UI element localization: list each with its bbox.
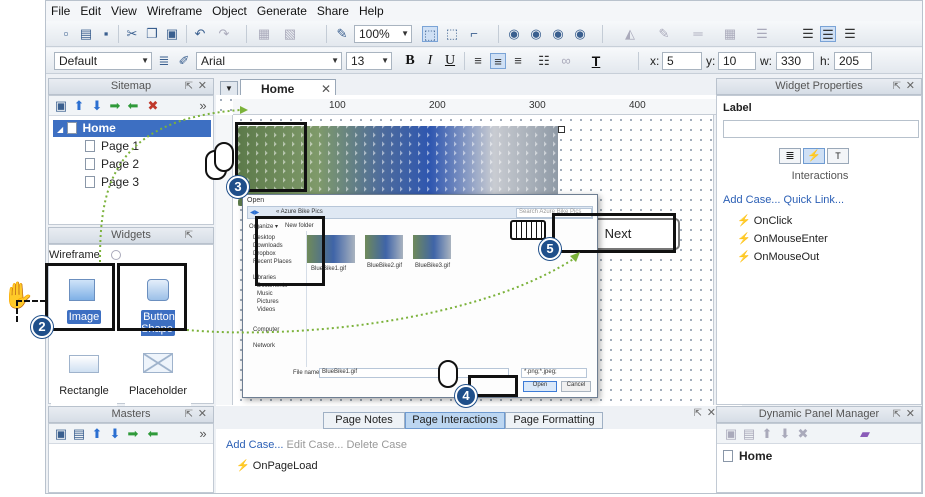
mouse-click-open-icon bbox=[438, 360, 458, 388]
mouse-click-icon bbox=[214, 142, 234, 172]
step-badge-3: 3 bbox=[227, 176, 249, 198]
step-badge-5: 5 bbox=[539, 238, 561, 260]
arrow-button-to-canvas bbox=[186, 257, 576, 334]
arrow-image-to-canvas bbox=[99, 109, 241, 263]
step-badge-2: 2 bbox=[31, 316, 53, 338]
tutorial-arrows bbox=[99, 106, 580, 334]
step-badge-4: 4 bbox=[455, 385, 477, 407]
arrowhead-icon bbox=[240, 106, 248, 114]
keyboard-icon bbox=[510, 220, 546, 240]
